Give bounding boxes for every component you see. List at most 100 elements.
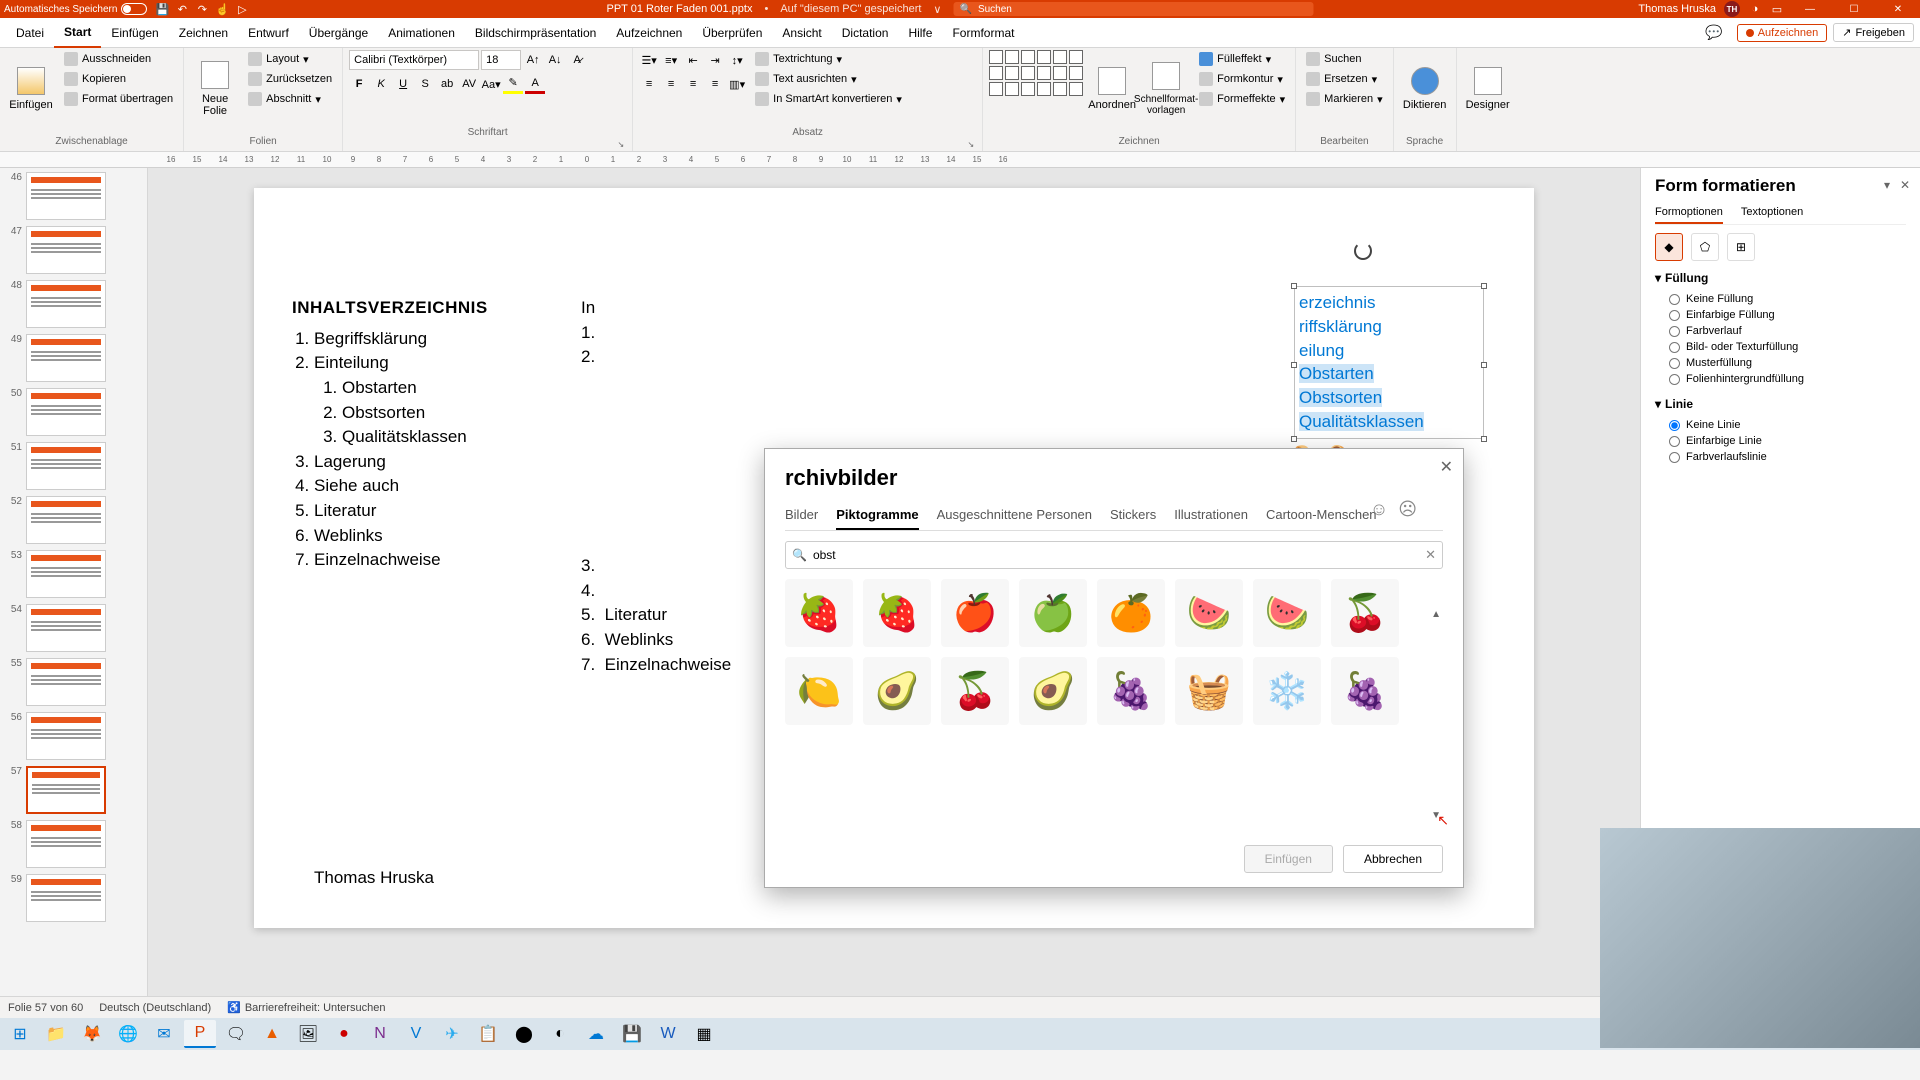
smartart-button[interactable]: In SmartArt konvertieren▾: [751, 90, 906, 108]
columns-button[interactable]: ▥▾: [727, 74, 747, 94]
tab-datei[interactable]: Datei: [6, 18, 54, 48]
dialog-search[interactable]: 🔍 ✕: [785, 541, 1443, 569]
thumbnail-48[interactable]: 48: [4, 280, 143, 328]
line-section-header[interactable]: ▾Linie: [1655, 397, 1906, 411]
telegram-icon[interactable]: ✈: [436, 1020, 468, 1048]
scroll-up-button[interactable]: ▲: [1431, 609, 1441, 620]
thumbnail-56[interactable]: 56: [4, 712, 143, 760]
line-option-0[interactable]: Keine Linie: [1655, 417, 1906, 433]
app-icon[interactable]: 🗨: [220, 1020, 252, 1048]
dialog-tab-piktogramme[interactable]: Piktogramme: [836, 507, 918, 530]
paste-button[interactable]: Einfügen: [6, 50, 56, 128]
formoptionen-tab[interactable]: Formoptionen: [1655, 206, 1723, 224]
section-button[interactable]: Abschnitt▾: [244, 90, 336, 108]
pane-collapse-button[interactable]: ▾: [1884, 178, 1890, 192]
thumbnail-57[interactable]: 57: [4, 766, 143, 814]
language-indicator[interactable]: Deutsch (Deutschland): [99, 1002, 211, 1014]
fill-option-3[interactable]: Bild- oder Texturfüllung: [1655, 339, 1906, 355]
toggle-off-icon[interactable]: [121, 3, 147, 15]
increase-indent-button[interactable]: ⇥: [705, 50, 725, 70]
obs-icon[interactable]: ⬤: [508, 1020, 540, 1048]
copy-button[interactable]: Kopieren: [60, 70, 177, 88]
tab-formformat[interactable]: Formformat: [942, 18, 1024, 48]
clear-search-button[interactable]: ✕: [1425, 547, 1436, 563]
paragraph-launcher[interactable]: ↘: [639, 140, 976, 149]
shape-fill-button[interactable]: Fülleffekt▾: [1195, 50, 1289, 68]
line-option-1[interactable]: Einfarbige Linie: [1655, 433, 1906, 449]
tab-einfuegen[interactable]: Einfügen: [101, 18, 168, 48]
onenote-icon[interactable]: N: [364, 1020, 396, 1048]
shapes-gallery[interactable]: [989, 50, 1083, 96]
thumbnail-58[interactable]: 58: [4, 820, 143, 868]
tab-hilfe[interactable]: Hilfe: [898, 18, 942, 48]
thumbnail-53[interactable]: 53: [4, 550, 143, 598]
ribbon-display-icon[interactable]: ▭: [1770, 2, 1784, 16]
app-icon-3[interactable]: ●: [328, 1020, 360, 1048]
fill-option-4[interactable]: Musterfüllung: [1655, 355, 1906, 371]
app-icon-5[interactable]: ◐: [544, 1020, 576, 1048]
feedback-negative-icon[interactable]: ☹: [1398, 499, 1417, 520]
bullets-button[interactable]: ☰▾: [639, 50, 659, 70]
slide-editor[interactable]: INHALTSVERZEICHNIS BegriffsklärungEintei…: [148, 168, 1640, 996]
align-center-button[interactable]: ≡: [661, 74, 681, 94]
horizontal-ruler[interactable]: 1615141312111098765432101234567891011121…: [0, 152, 1920, 168]
dialog-tab-cartoon-menschen[interactable]: Cartoon-Menschen: [1266, 507, 1377, 530]
align-left-button[interactable]: ≡: [639, 74, 659, 94]
quickstyles-button[interactable]: Schnellformat- vorlagen: [1141, 50, 1191, 128]
powerpoint-icon[interactable]: P: [184, 1020, 216, 1048]
pictogram-item[interactable]: ❄️: [1253, 657, 1321, 725]
grow-font-button[interactable]: A↑: [523, 50, 543, 70]
reset-button[interactable]: Zurücksetzen: [244, 70, 336, 88]
user-name[interactable]: Thomas Hruska: [1638, 3, 1716, 15]
tab-zeichnen[interactable]: Zeichnen: [169, 18, 238, 48]
justify-button[interactable]: ≡: [705, 74, 725, 94]
spacing-button[interactable]: AV: [459, 74, 479, 94]
touch-mode-icon[interactable]: ☝: [215, 2, 229, 16]
pictogram-item[interactable]: 🍇: [1331, 657, 1399, 725]
replace-button[interactable]: Ersetzen▾: [1302, 70, 1386, 88]
shrink-font-button[interactable]: A↓: [545, 50, 565, 70]
tab-entwurf[interactable]: Entwurf: [238, 18, 299, 48]
feedback-positive-icon[interactable]: ☺: [1370, 499, 1388, 520]
tab-bildschirmpraesentation[interactable]: Bildschirmpräsentation: [465, 18, 606, 48]
dialog-tab-ausgeschnittene personen[interactable]: Ausgeschnittene Personen: [937, 507, 1092, 530]
font-color-button[interactable]: A: [525, 74, 545, 94]
cut-button[interactable]: Ausschneiden: [60, 50, 177, 68]
line-option-2[interactable]: Farbverlaufslinie: [1655, 449, 1906, 465]
pictogram-item[interactable]: 🍓: [785, 579, 853, 647]
align-right-button[interactable]: ≡: [683, 74, 703, 94]
numbering-button[interactable]: ≡▾: [661, 50, 681, 70]
save-icon[interactable]: 💾: [155, 2, 169, 16]
pictogram-item[interactable]: 🍏: [1019, 579, 1087, 647]
undo-icon[interactable]: ↶: [175, 2, 189, 16]
cancel-button[interactable]: Abbrechen: [1343, 845, 1443, 873]
textoptionen-tab[interactable]: Textoptionen: [1741, 206, 1803, 224]
start-slideshow-icon[interactable]: ▷: [235, 2, 249, 16]
text-direction-button[interactable]: Textrichtung▾: [751, 50, 906, 68]
fill-line-tab-icon[interactable]: ◆: [1655, 233, 1683, 261]
select-button[interactable]: Markieren▾: [1302, 90, 1386, 108]
tab-dictation[interactable]: Dictation: [832, 18, 899, 48]
fill-section-header[interactable]: ▾Füllung: [1655, 271, 1906, 285]
app-icon-7[interactable]: 💾: [616, 1020, 648, 1048]
app-icon-2[interactable]: 🖼: [292, 1020, 324, 1048]
pictogram-item[interactable]: 🍉: [1253, 579, 1321, 647]
vlc-icon[interactable]: ▲: [256, 1020, 288, 1048]
find-button[interactable]: Suchen: [1302, 50, 1386, 68]
start-button[interactable]: ⊞: [4, 1020, 36, 1048]
bold-button[interactable]: F: [349, 74, 369, 94]
layout-button[interactable]: Layout▾: [244, 50, 336, 68]
pictogram-item[interactable]: 🍎: [941, 579, 1009, 647]
pictogram-item[interactable]: 🍋: [785, 657, 853, 725]
thumbnail-49[interactable]: 49: [4, 334, 143, 382]
autosave-toggle[interactable]: Automatisches Speichern: [4, 3, 147, 15]
tab-ansicht[interactable]: Ansicht: [772, 18, 831, 48]
app-icon-4[interactable]: 📋: [472, 1020, 504, 1048]
record-button[interactable]: Aufzeichnen: [1737, 24, 1828, 42]
pictogram-item[interactable]: 🥑: [1019, 657, 1087, 725]
pictogram-item[interactable]: 🍓: [863, 579, 931, 647]
user-avatar[interactable]: TH: [1724, 1, 1740, 17]
fill-option-2[interactable]: Farbverlauf: [1655, 323, 1906, 339]
search-box[interactable]: 🔍 Suchen: [953, 2, 1313, 16]
arrange-button[interactable]: Anordnen: [1087, 50, 1137, 128]
